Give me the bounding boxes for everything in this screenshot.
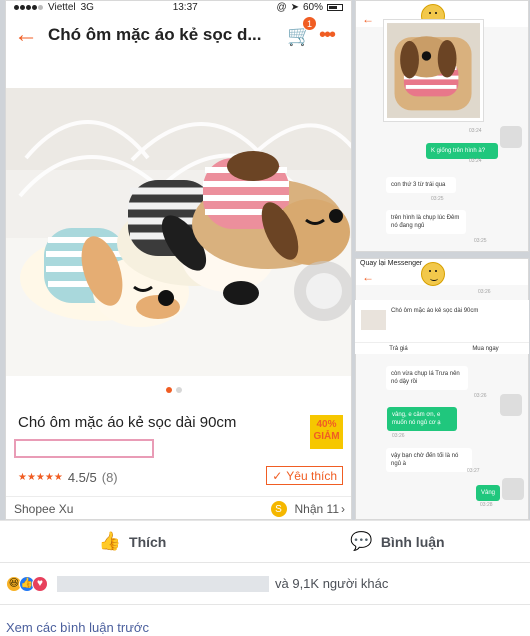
post-actions: 👍 Thích 💬 Bình luận xyxy=(0,520,530,563)
message-bubble: con thứ 3 từ trái qua xyxy=(386,177,456,193)
comment-icon: 💬 xyxy=(350,531,373,551)
message-bubble: vâng, e cảm ơn, e muốn nó ngủ cơ ạ xyxy=(387,407,457,431)
message-time: 03:24 xyxy=(469,158,482,164)
back-arrow-icon[interactable]: ← xyxy=(362,12,374,26)
cart-badge: 1 xyxy=(302,16,317,31)
message-time: 03:26 xyxy=(392,433,405,439)
carousel-dot-2[interactable] xyxy=(176,387,182,393)
like-button[interactable]: 👍 Thích xyxy=(0,521,265,562)
product-rating: ★★★★★ 4.5/5 (8) xyxy=(18,470,118,485)
message-bubble: trên hình là chụp lúc Đêm nó đang ngủ xyxy=(386,210,466,234)
coin-icon: S xyxy=(270,501,287,517)
card-product-title: Chó ôm mặc áo kẻ sọc dài 90cm xyxy=(391,308,479,314)
facebook-post: Viettel 3G 13:37 @ ➤ 60% ← Chó ôm mặc áo… xyxy=(0,0,530,636)
carrier-name: Viettel xyxy=(48,1,76,13)
user-avatar xyxy=(500,126,522,148)
more-options-button[interactable]: ••• xyxy=(319,24,343,47)
phone-status-bar: Viettel 3G 13:37 @ ➤ 60% xyxy=(6,1,351,13)
user-avatar xyxy=(500,394,522,416)
rating-count: (8) xyxy=(101,470,118,485)
carousel-indicator[interactable] xyxy=(166,387,182,393)
chevron-right-icon: › xyxy=(341,502,345,516)
battery-icon xyxy=(327,3,343,11)
shop-name: Shopee Xu xyxy=(14,502,74,516)
status-time: 13:37 xyxy=(172,1,198,13)
rating-value: 4.5/5 xyxy=(67,470,97,485)
shop-row[interactable]: Shopee Xu S Nhận 11 › xyxy=(6,496,351,519)
battery-percent: 60% xyxy=(302,1,323,13)
product-card[interactable]: Chó ôm mặc áo kẻ sọc dài 90cm xyxy=(355,300,529,348)
reaction-summary[interactable]: 😆 👍 ♥ và 9,1K người khác xyxy=(0,563,530,605)
chat-product-photo[interactable] xyxy=(384,20,483,121)
message-time: 03:25 xyxy=(474,238,487,244)
redacted-reactor-names xyxy=(57,575,269,592)
emoji-avatar-icon xyxy=(421,262,445,286)
message-time: 03:26 xyxy=(474,393,487,399)
location-icon: @ xyxy=(276,1,287,13)
shopee-product-screenshot: Viettel 3G 13:37 @ ➤ 60% ← Chó ôm mặc áo… xyxy=(5,0,352,520)
product-thumbnail xyxy=(361,310,386,330)
message-time: 03:24 xyxy=(469,128,482,134)
message-time: 03:25 xyxy=(431,196,444,202)
post-image[interactable]: Viettel 3G 13:37 @ ➤ 60% ← Chó ôm mặc áo… xyxy=(0,0,530,520)
message-bubble: vậy bạn chờ đến tối là nó ngủ à xyxy=(386,448,472,472)
check-icon: ✓ xyxy=(272,468,283,483)
message-time: 03:27 xyxy=(467,468,480,474)
highlighted-price-area xyxy=(14,439,154,458)
favorite-button[interactable]: ✓ Yêu thích xyxy=(266,466,343,485)
product-title: Chó ôm mặc áo kẻ sọc d... xyxy=(48,25,262,44)
message-time: 03:28 xyxy=(480,502,493,508)
signal-strength-icon xyxy=(14,4,43,10)
message-bubble: còn vừa chụp lá Trưa nên nó dậy rồi xyxy=(386,366,468,390)
navigation-icon: ➤ xyxy=(290,1,299,13)
card-actions: Trả giá Mua ngay xyxy=(355,342,529,354)
back-arrow-icon[interactable]: ← xyxy=(14,21,40,49)
user-avatar xyxy=(502,478,524,500)
back-arrow-icon[interactable]: ← xyxy=(362,270,374,284)
reaction-count: và 9,1K người khác xyxy=(275,576,389,591)
bargain-button[interactable]: Trả giá xyxy=(355,342,442,354)
star-rating-icon: ★★★★★ xyxy=(18,472,63,483)
message-bubble: K giống trên hình à? xyxy=(426,143,498,159)
buy-now-button[interactable]: Mua ngay xyxy=(442,342,529,354)
comment-button[interactable]: 💬 Bình luận xyxy=(265,521,530,562)
product-header: ← Chó ôm mặc áo kẻ sọc d... 🛒 1 ••• xyxy=(6,13,351,57)
thumbs-up-icon: 👍 xyxy=(98,531,122,551)
product-name: Chó ôm mặc áo kẻ sọc dài 90cm xyxy=(18,414,237,431)
network-type: 3G xyxy=(80,1,94,13)
view-previous-comments-link[interactable]: Xem các bình luận trước xyxy=(6,620,149,635)
message-time: 03:26 xyxy=(478,289,491,295)
love-reaction-icon: ♥ xyxy=(32,575,48,592)
cart-button[interactable]: 🛒 1 xyxy=(287,16,317,47)
discount-badge: 40% GIẢM xyxy=(310,415,343,449)
message-bubble: Vâng xyxy=(476,485,500,501)
coin-reward[interactable]: S Nhận 11 › xyxy=(270,501,345,517)
carousel-dot-1[interactable] xyxy=(166,387,172,393)
plush-dogs-image[interactable] xyxy=(6,88,352,376)
